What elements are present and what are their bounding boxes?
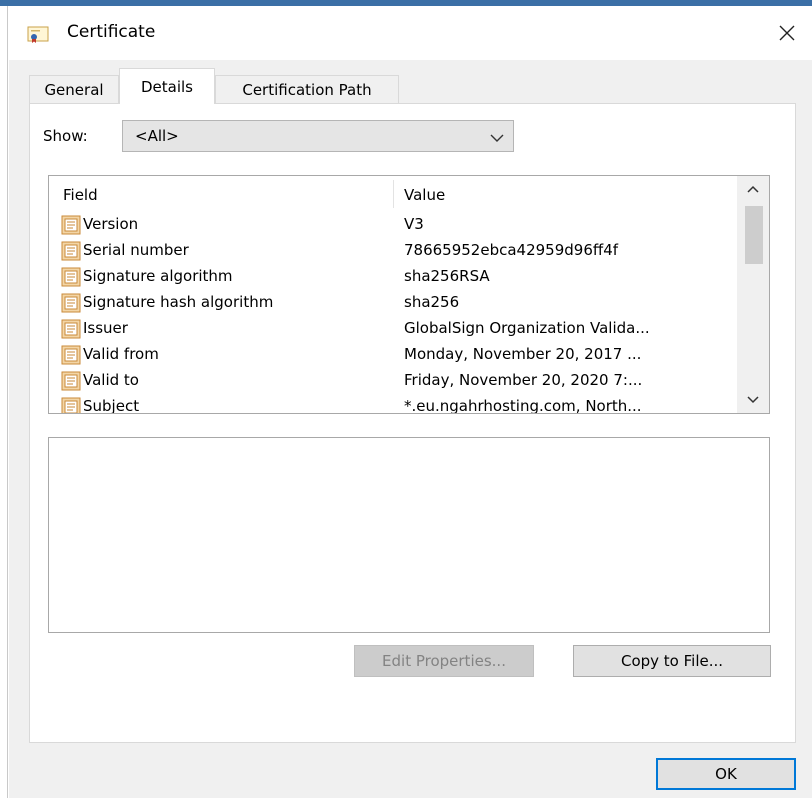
field-name: Valid to xyxy=(83,371,139,389)
field-name: Signature hash algorithm xyxy=(83,293,274,311)
field-value: 78665952ebca42959d96ff4f xyxy=(404,241,619,259)
list-item[interactable]: Issuer GlobalSign Organization Valida... xyxy=(49,316,737,342)
tab-general[interactable]: General xyxy=(29,75,119,103)
list-item[interactable]: Serial number 78665952ebca42959d96ff4f xyxy=(49,238,737,264)
edit-properties-button[interactable]: Edit Properties... xyxy=(354,645,534,677)
field-value: sha256RSA xyxy=(404,267,490,285)
field-icon xyxy=(61,397,81,413)
list-item[interactable]: Valid to Friday, November 20, 2020 7:... xyxy=(49,368,737,394)
field-name: Subject xyxy=(83,397,140,414)
dialog-title: Certificate xyxy=(67,22,156,42)
list-header: Field Value xyxy=(49,176,737,212)
field-detail-textbox[interactable] xyxy=(48,437,770,633)
tab-certification-path[interactable]: Certification Path xyxy=(215,75,399,103)
show-dropdown-value: <All> xyxy=(135,127,179,145)
field-icon xyxy=(61,215,81,235)
close-icon xyxy=(779,25,795,41)
field-value: Friday, November 20, 2020 7:... xyxy=(404,371,643,389)
field-icon xyxy=(61,345,81,365)
list-item[interactable]: Signature hash algorithm sha256 xyxy=(49,290,737,316)
scroll-down-button[interactable] xyxy=(737,387,769,413)
list-item[interactable]: Valid from Monday, November 20, 2017 ... xyxy=(49,342,737,368)
certificate-icon xyxy=(27,26,49,44)
scroll-thumb[interactable] xyxy=(745,206,763,264)
field-value: sha256 xyxy=(404,293,460,311)
field-name: Issuer xyxy=(83,319,128,337)
chevron-up-icon xyxy=(747,185,759,193)
field-name: Version xyxy=(83,215,139,233)
field-name: Serial number xyxy=(83,241,189,259)
field-value: Monday, November 20, 2017 ... xyxy=(404,345,642,363)
list-item[interactable]: Subject *.eu.ngahrhosting.com, North... xyxy=(49,394,737,414)
vertical-scrollbar[interactable] xyxy=(737,176,769,413)
field-icon xyxy=(61,371,81,391)
field-icon xyxy=(61,267,81,287)
ok-button[interactable]: OK xyxy=(656,758,796,790)
field-icon xyxy=(61,293,81,313)
field-icon xyxy=(61,241,81,261)
field-name: Valid from xyxy=(83,345,159,363)
field-name: Signature algorithm xyxy=(83,267,233,285)
copy-to-file-button[interactable]: Copy to File... xyxy=(573,645,771,677)
list-item[interactable]: Signature algorithm sha256RSA xyxy=(49,264,737,290)
background-window-edge xyxy=(0,6,8,798)
close-button[interactable] xyxy=(770,16,804,50)
field-list[interactable]: Field Value Version V3 Serial number 786… xyxy=(48,175,770,414)
scroll-up-button[interactable] xyxy=(737,176,769,202)
show-label: Show: xyxy=(43,127,88,145)
chevron-down-icon xyxy=(747,396,759,404)
field-value: *.eu.ngahrhosting.com, North... xyxy=(404,397,642,414)
title-bar[interactable]: Certificate xyxy=(9,6,812,60)
column-header-field[interactable]: Field xyxy=(63,186,98,204)
tab-details[interactable]: Details xyxy=(119,68,215,104)
column-header-value[interactable]: Value xyxy=(404,186,445,204)
list-item[interactable]: Version V3 xyxy=(49,212,737,238)
column-divider[interactable] xyxy=(393,180,394,208)
field-value: GlobalSign Organization Valida... xyxy=(404,319,650,337)
field-icon xyxy=(61,319,81,339)
chevron-down-icon xyxy=(487,127,507,147)
field-value: V3 xyxy=(404,215,424,233)
show-dropdown[interactable]: <All> xyxy=(122,120,514,152)
certificate-dialog: Certificate General Details Certificatio… xyxy=(9,6,812,798)
